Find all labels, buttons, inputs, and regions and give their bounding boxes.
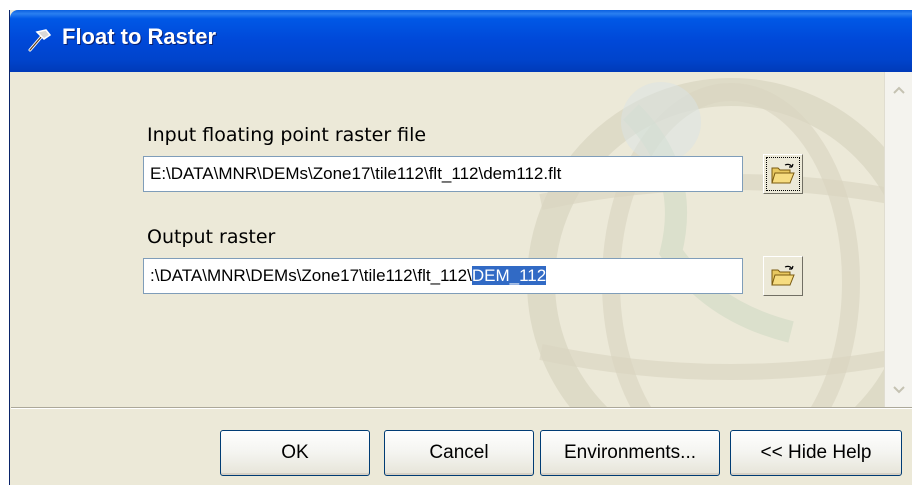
chevron-down-icon <box>893 386 905 394</box>
chevron-up-icon <box>893 86 905 94</box>
cancel-button[interactable]: Cancel <box>384 430 534 476</box>
open-folder-icon <box>771 265 795 286</box>
button-area-separator <box>11 407 912 409</box>
input-raster-label: Input floating point raster file <box>147 124 427 146</box>
scroll-up-button[interactable] <box>886 76 912 104</box>
globe-watermark <box>527 78 884 408</box>
output-browse-button[interactable] <box>763 256 803 296</box>
input-raster-field[interactable]: E:\DATA\MNR\DEMs\Zone17\tile112\flt_112\… <box>143 156 743 192</box>
float-to-raster-dialog: Float to Raster Input floating point ras… <box>9 10 912 485</box>
output-raster-label: Output raster <box>147 226 276 248</box>
hammer-icon <box>24 26 52 54</box>
environments-button[interactable]: Environments... <box>540 430 720 476</box>
ok-button[interactable]: OK <box>220 430 370 476</box>
output-selected-text: DEM_112 <box>471 266 547 285</box>
open-folder-icon <box>771 163 795 184</box>
dialog-content: Input floating point raster file E:\DATA… <box>11 72 884 408</box>
output-raster-field[interactable]: :\DATA\MNR\DEMs\Zone17\tile112\flt_112\D… <box>143 258 743 294</box>
hide-help-button[interactable]: << Hide Help <box>730 430 902 476</box>
scroll-down-button[interactable] <box>886 376 912 404</box>
title-bar[interactable]: Float to Raster <box>10 10 912 72</box>
window-title: Float to Raster <box>62 24 217 49</box>
input-browse-button[interactable] <box>763 154 803 194</box>
output-path-text: :\DATA\MNR\DEMs\Zone17\tile112\flt_112\ <box>150 266 472 285</box>
vertical-scrollbar[interactable] <box>884 72 912 408</box>
